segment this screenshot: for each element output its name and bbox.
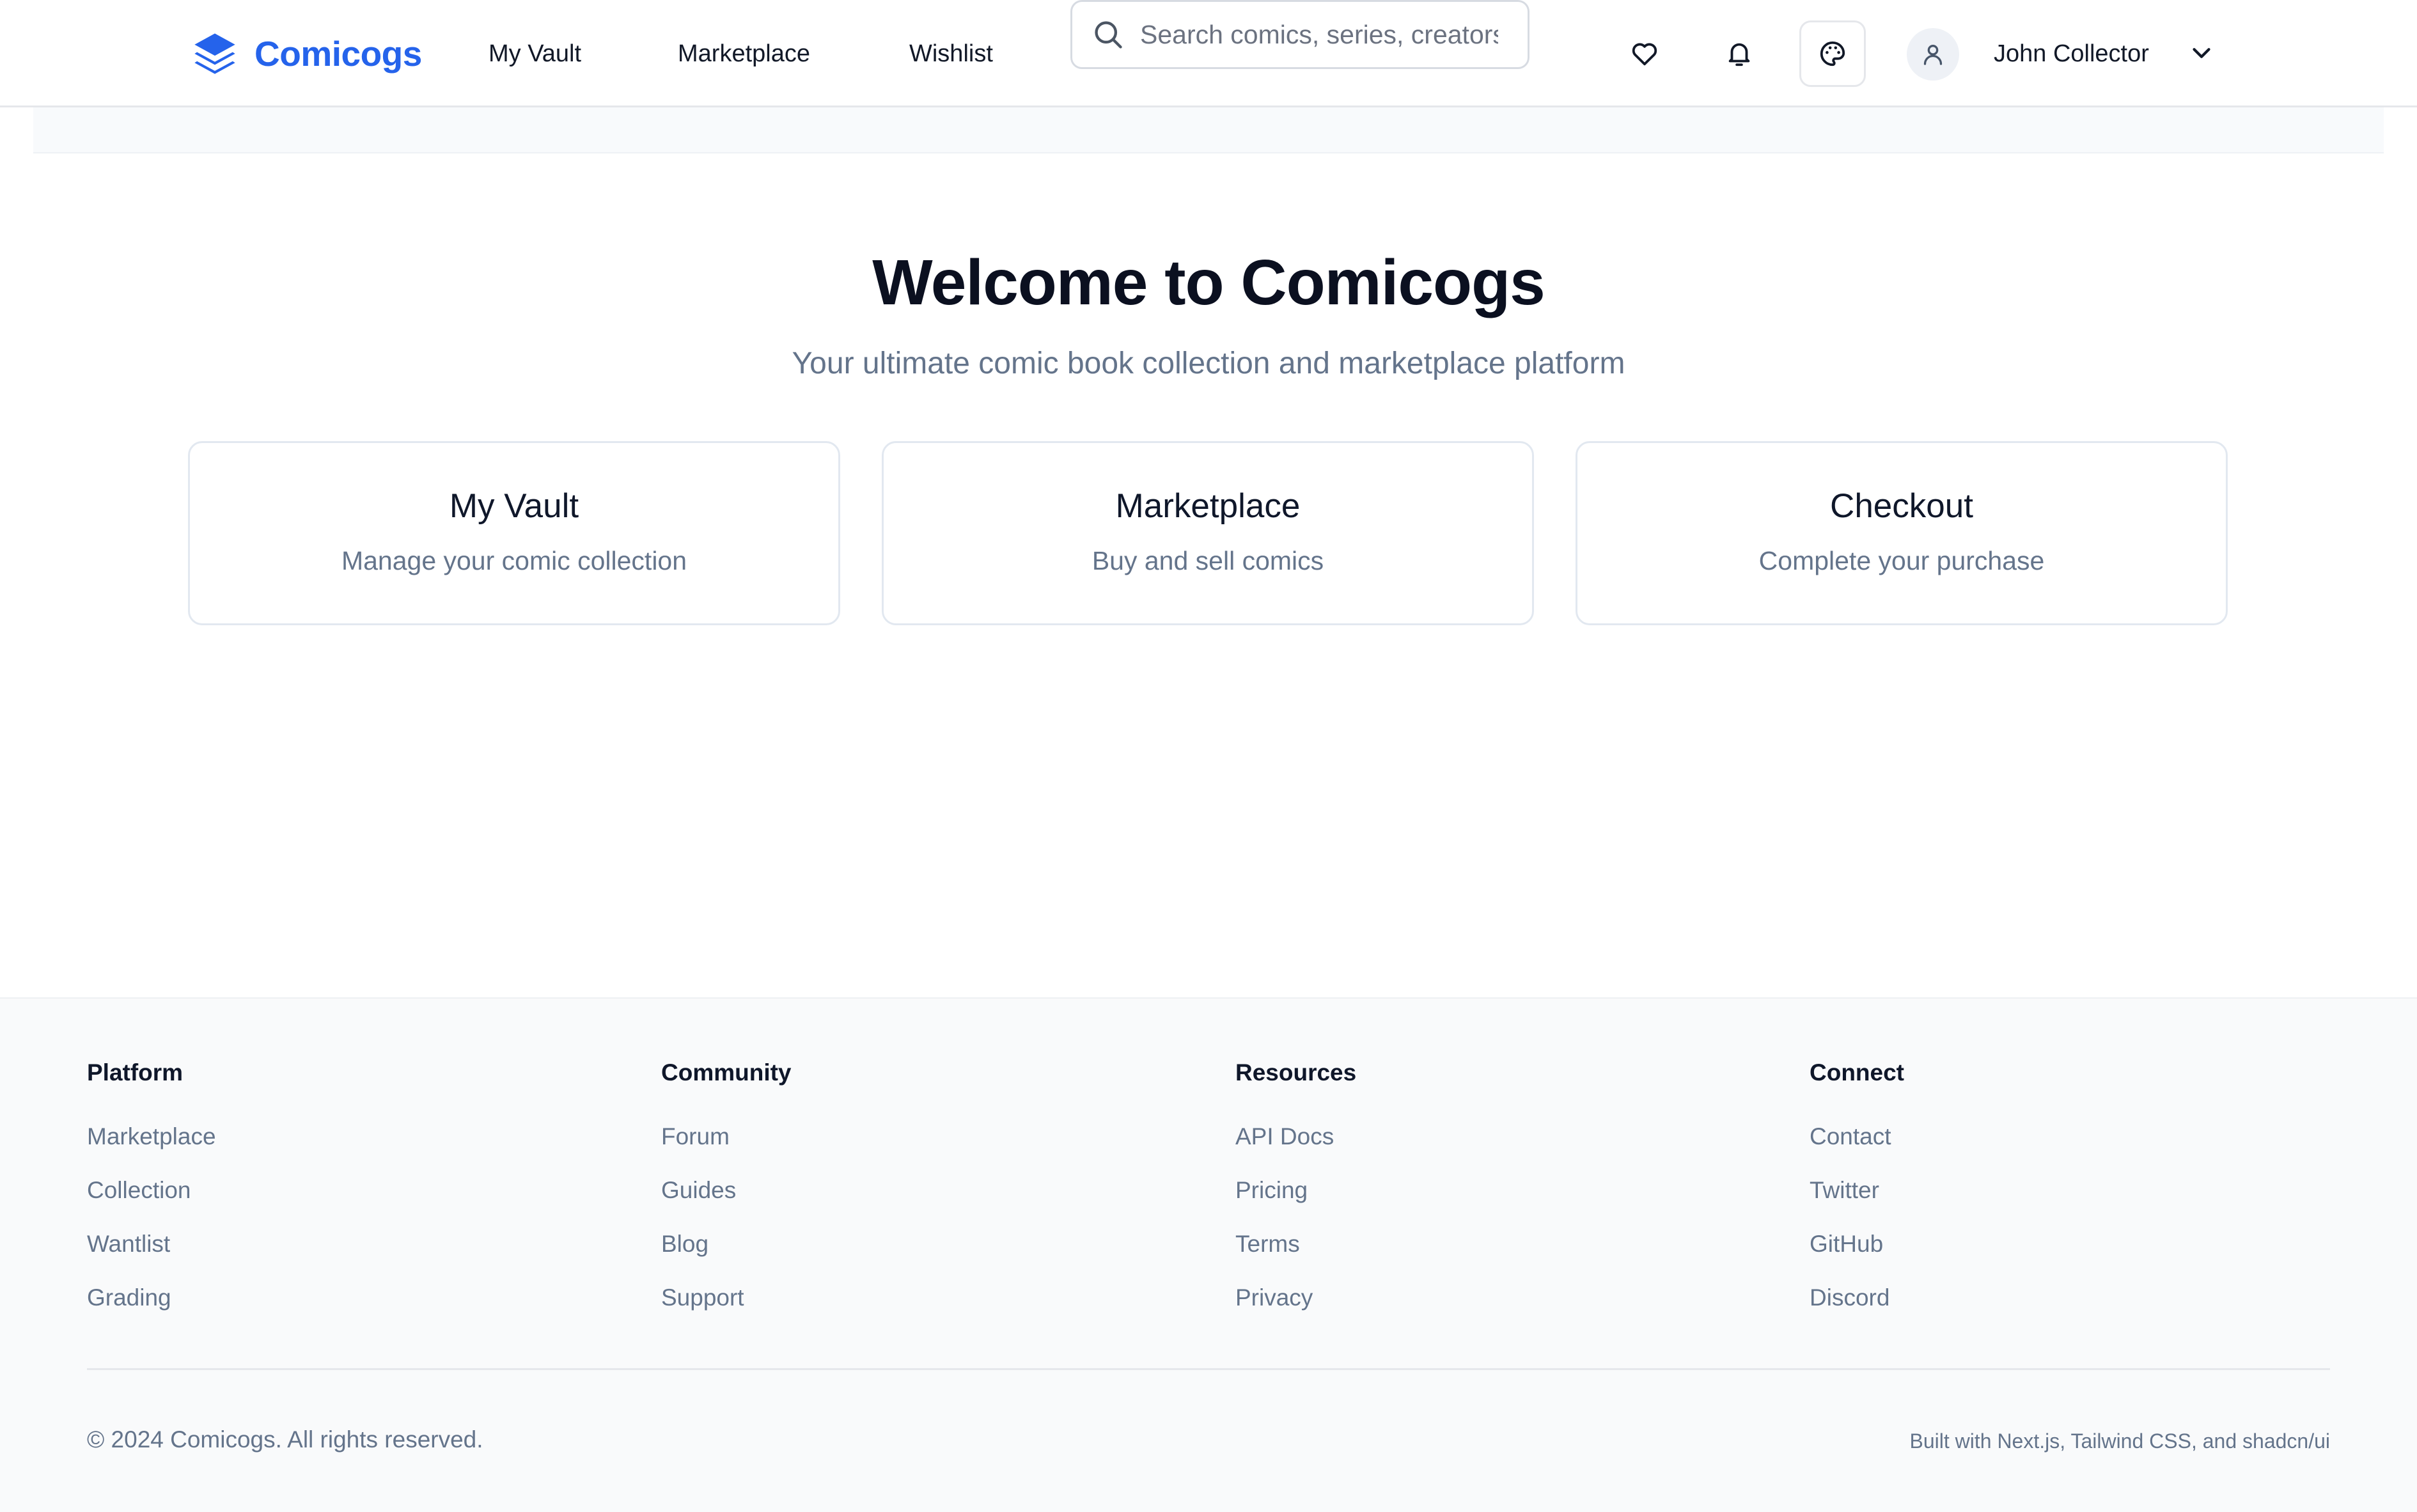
nav-marketplace[interactable]: Marketplace (678, 37, 810, 70)
page-subtitle: Your ultimate comic book collection and … (792, 347, 1625, 380)
footer-divider (87, 1368, 2330, 1370)
heart-icon (1632, 43, 1657, 66)
card-title: My Vault (449, 487, 579, 525)
footer-heading: Community (661, 1059, 792, 1086)
footer-column-community: Community Forum Guides Blog Support (661, 1056, 792, 1335)
user-name[interactable]: John Collector (1994, 37, 2149, 70)
theme-toggle-button[interactable] (1799, 20, 1866, 87)
avatar[interactable] (1907, 28, 1959, 81)
footer-column-resources: Resources API Docs Pricing Terms Privacy (1235, 1056, 1356, 1335)
footer-heading: Connect (1810, 1059, 1904, 1086)
notifications-button[interactable] (1724, 38, 1755, 69)
subheader-strip (33, 107, 2384, 153)
copyright-text: © 2024 Comicogs. All rights reserved. (87, 1426, 483, 1453)
card-marketplace[interactable]: Marketplace Buy and sell comics (882, 441, 1534, 625)
chevron-down-icon[interactable] (2187, 38, 2216, 68)
footer-link-marketplace[interactable]: Marketplace (87, 1120, 216, 1153)
nav-wishlist[interactable]: Wishlist (909, 37, 993, 70)
footer-column-platform: Platform Marketplace Collection Wantlist… (87, 1056, 216, 1335)
footer-link-grading[interactable]: Grading (87, 1281, 216, 1314)
footer-link-support[interactable]: Support (661, 1281, 792, 1314)
footer-link-guides[interactable]: Guides (661, 1174, 792, 1207)
card-title: Checkout (1830, 487, 1973, 525)
search-input[interactable] (1139, 19, 1499, 51)
card-description: Complete your purchase (1758, 546, 2045, 575)
page-title: Welcome to Comicogs (872, 247, 1545, 318)
footer-link-collection[interactable]: Collection (87, 1174, 216, 1207)
footer-column-connect: Connect Contact Twitter GitHub Discord (1810, 1056, 1904, 1335)
footer-heading: Resources (1235, 1059, 1357, 1086)
search-box (1070, 0, 1529, 69)
top-navbar: Comicogs My Vault Marketplace Wishlist S… (0, 0, 2417, 107)
footer-link-forum[interactable]: Forum (661, 1120, 792, 1153)
footer-link-blog[interactable]: Blog (661, 1228, 792, 1261)
card-description: Manage your comic collection (341, 546, 687, 575)
footer-link-twitter[interactable]: Twitter (1810, 1174, 1904, 1207)
footer-link-github[interactable]: GitHub (1810, 1228, 1904, 1261)
footer-link-wantlist[interactable]: Wantlist (87, 1228, 216, 1261)
search-icon (1095, 21, 1122, 49)
brand-name: Comicogs (254, 34, 422, 74)
palette-icon (1820, 41, 1845, 66)
footer-link-privacy[interactable]: Privacy (1235, 1281, 1356, 1314)
footer-link-contact[interactable]: Contact (1810, 1120, 1904, 1153)
card-checkout[interactable]: Checkout Complete your purchase (1576, 441, 2228, 625)
card-my-vault[interactable]: My Vault Manage your comic collection (188, 441, 840, 625)
card-title: Marketplace (1115, 487, 1301, 525)
bell-icon (1728, 43, 1750, 66)
footer-link-terms[interactable]: Terms (1235, 1228, 1356, 1261)
layers-logo-icon (194, 33, 235, 74)
built-with-text: Built with Next.js, Tailwind CSS, and sh… (1909, 1430, 2331, 1453)
card-description: Buy and sell comics (1091, 546, 1324, 575)
footer-link-pricing[interactable]: Pricing (1235, 1174, 1356, 1207)
footer-link-api-docs[interactable]: API Docs (1235, 1120, 1356, 1153)
footer-heading: Platform (87, 1059, 184, 1086)
user-icon (1923, 45, 1943, 65)
footer-link-discord[interactable]: Discord (1810, 1281, 1904, 1314)
brand-logo[interactable]: Comicogs (191, 28, 422, 79)
site-footer: Platform Marketplace Collection Wantlist… (0, 997, 2417, 1512)
wishlist-button[interactable] (1629, 38, 1660, 69)
nav-my-vault[interactable]: My Vault (489, 37, 581, 70)
